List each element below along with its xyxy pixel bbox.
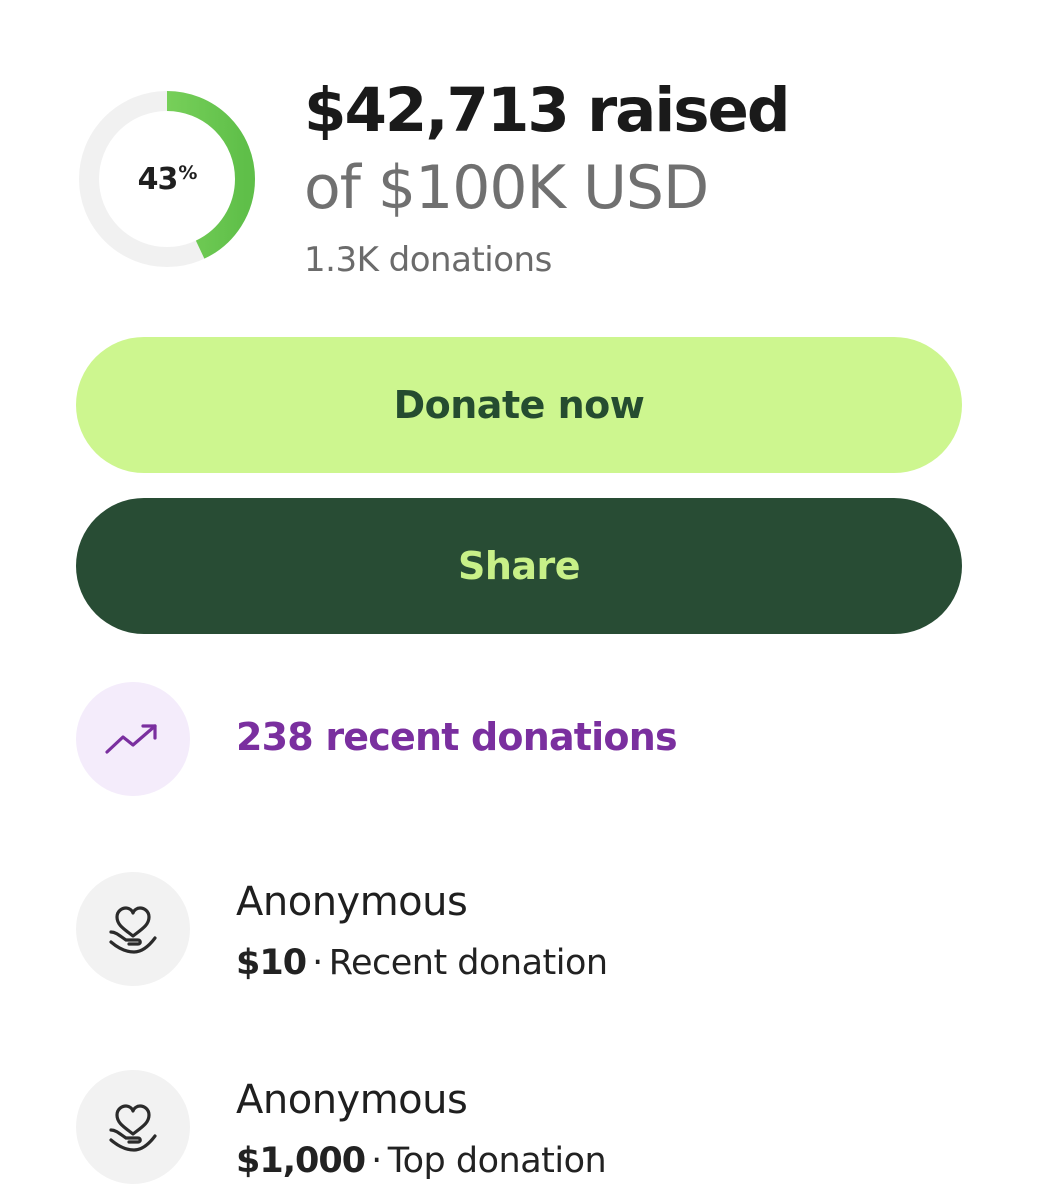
amount-raised: $42,713 raised [304,75,791,146]
heart-hand-icon [109,1104,157,1152]
donations-count: 1.3K donations [304,240,552,280]
donor-avatar [76,872,190,986]
recent-donations-link[interactable]: 238 recent donations [236,715,678,761]
donation-detail: $10 · Recent donation [236,946,608,981]
donation-type: Top donation [387,1141,607,1181]
donor-name: Anonymous [236,1077,468,1123]
donation-detail: $1,000 · Top donation [236,1141,607,1181]
recent-donations-badge [76,682,190,796]
donation-type: Recent donation [328,943,608,983]
donate-now-button[interactable]: Donate now [76,337,962,473]
donor-avatar [76,1070,190,1184]
donation-amount: $1,000 [236,1141,366,1181]
trending-up-icon [105,724,157,754]
progress-percent-symbol: % [178,162,197,184]
heart-hand-icon [109,906,157,954]
donation-amount: $10 [236,943,307,983]
detail-separator: · [371,1141,382,1181]
progress-percent: 43% [76,88,258,270]
detail-separator: · [312,943,323,983]
share-button[interactable]: Share [76,498,962,634]
progress-percent-value: 43 [137,161,179,197]
progress-ring: 43% [76,88,258,270]
donor-name: Anonymous [236,879,468,925]
goal-amount: of $100K USD [304,153,709,223]
